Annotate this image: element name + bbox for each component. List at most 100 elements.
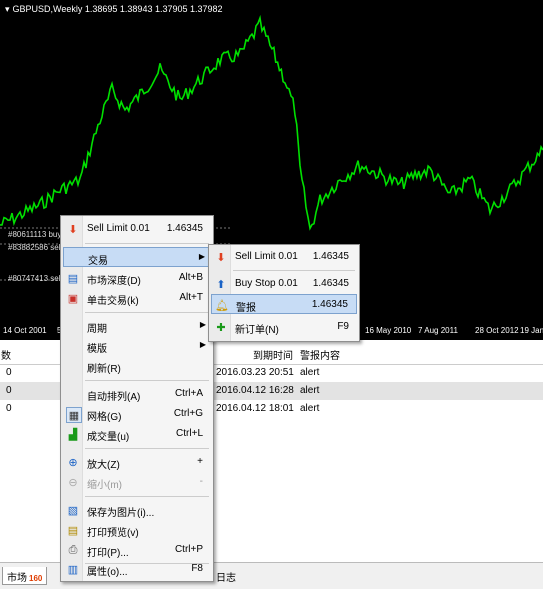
menu-item-price: 1.46345 bbox=[312, 251, 349, 262]
menu-item-shortcut: Alt+T bbox=[179, 292, 203, 303]
volumes-icon: ▟ bbox=[68, 428, 78, 441]
menu-item-label: 缩小(m) bbox=[87, 480, 122, 491]
chart-symbol-info: ▾ GBPUSD,Weekly 1.38695 1.38943 1.37905 1… bbox=[5, 4, 223, 15]
order-label: #80747413 sell bbox=[8, 274, 63, 283]
menu-item-print[interactable]: ⎙ 打印(P)... Ctrl+P bbox=[63, 540, 211, 560]
menu-item-label: 新订单(N) bbox=[235, 325, 279, 336]
one-click-trading-icon: ▣ bbox=[67, 292, 79, 305]
menu-item-label: 模版 bbox=[87, 344, 107, 355]
row-time: 2016.04.12 16:28 bbox=[216, 385, 294, 396]
submenu-item-sell-limit[interactable]: ⬇ Sell Limit 0.01 1.46345 bbox=[211, 247, 357, 267]
menu-item-shortcut: - bbox=[199, 476, 203, 487]
order-label: #83882586 sell bbox=[8, 243, 63, 252]
market-depth-icon: ▤ bbox=[67, 272, 79, 285]
menu-item-sell-limit[interactable]: ⬇ Sell Limit 0.01 1.46345 bbox=[63, 219, 211, 239]
menu-item-template[interactable]: 模版 ▶ bbox=[63, 336, 211, 356]
menu-item-shortcut: Ctrl+L bbox=[176, 428, 203, 439]
submenu-item-alert[interactable]: 🔔︎ 警报 1.46345 bbox=[211, 294, 357, 314]
menu-separator bbox=[233, 270, 355, 271]
menu-separator bbox=[85, 448, 209, 449]
print-preview-icon: ▤ bbox=[67, 524, 79, 537]
submenu-arrow-icon: ▶ bbox=[198, 252, 205, 261]
menu-item-label: Sell Limit 0.01 bbox=[87, 223, 150, 234]
menu-item-label: 自动排列(A) bbox=[87, 392, 141, 403]
new-order-icon: ✚ bbox=[216, 321, 226, 334]
menu-item-grid[interactable]: ▦ 网格(G) Ctrl+G bbox=[63, 404, 211, 424]
tab-journal[interactable]: 日志 bbox=[212, 567, 240, 585]
menu-item-properties[interactable]: ▥ 属性(o)... F8 bbox=[63, 559, 211, 579]
grid-icon: ▦ bbox=[66, 407, 82, 423]
chart-collapse-icon[interactable]: ▾ bbox=[5, 4, 10, 14]
printer-icon: ⎙ bbox=[68, 543, 78, 556]
menu-item-label: 刷新(R) bbox=[87, 364, 121, 375]
column-alert-content[interactable]: 警报内容 bbox=[300, 347, 340, 362]
menu-item-refresh[interactable]: 刷新(R) bbox=[63, 356, 211, 376]
tab-market[interactable]: 市场 160 bbox=[2, 567, 48, 585]
menu-item-save-image[interactable]: ▧ 保存为图片(i)... bbox=[63, 500, 211, 520]
buy-arrow-icon: ⬆ bbox=[216, 278, 226, 291]
menu-item-price: 1.46345 bbox=[312, 278, 349, 289]
menu-item-label: 保存为图片(i)... bbox=[87, 508, 155, 519]
menu-item-autoscroll[interactable]: 自动排列(A) Ctrl+A bbox=[63, 384, 211, 404]
date-label: 28 Oct 2012 bbox=[475, 326, 519, 335]
submenu-arrow-icon: ▶ bbox=[199, 320, 206, 329]
symbol-label: GBPUSD,Weekly 1.38695 1.38943 1.37905 1.… bbox=[12, 4, 223, 14]
menu-item-print-preview[interactable]: ▤ 打印预览(v) bbox=[63, 520, 211, 540]
row-content: alert bbox=[300, 403, 320, 414]
sell-arrow-icon: ⬇ bbox=[68, 223, 78, 236]
menu-item-shortcut: Ctrl+G bbox=[173, 408, 203, 419]
submenu-item-buy-stop[interactable]: ⬆ Buy Stop 0.01 1.46345 bbox=[211, 274, 357, 294]
trade-submenu: ⬇ Sell Limit 0.01 1.46345 ⬆ Buy Stop 0.0… bbox=[208, 244, 360, 342]
menu-item-zoom-out: ⊖ 缩小(m) - bbox=[63, 472, 211, 492]
date-label: 19 Jan bbox=[520, 326, 543, 335]
date-label: 7 Aug 2011 bbox=[418, 326, 458, 335]
menu-item-shortcut: Ctrl+P bbox=[174, 544, 203, 555]
menu-item-label: 交易 bbox=[88, 256, 108, 267]
menu-item-label: 市场深度(D) bbox=[87, 276, 141, 287]
row-content: alert bbox=[300, 367, 320, 378]
menu-separator bbox=[85, 312, 209, 313]
menu-item-shortcut: Alt+B bbox=[178, 272, 203, 283]
menu-item-label: 打印(P)... bbox=[87, 548, 129, 559]
tab-market-label: 市场 bbox=[7, 573, 27, 584]
menu-item-label: 成交量(u) bbox=[87, 432, 130, 443]
menu-item-label: 属性(o)... bbox=[87, 567, 128, 578]
order-label: #80611113 buy bbox=[8, 230, 62, 239]
tab-journal-label: 日志 bbox=[216, 573, 236, 584]
row-count: 0 bbox=[6, 385, 12, 396]
submenu-item-new-order[interactable]: ✚ 新订单(N) F9 bbox=[211, 317, 357, 337]
row-time: 2016.04.12 18:01 bbox=[216, 403, 294, 414]
menu-item-label: 单击交易(k) bbox=[87, 296, 139, 307]
menu-item-shortcut: Ctrl+A bbox=[174, 388, 203, 399]
menu-item-label: 打印预览(v) bbox=[87, 528, 139, 539]
menu-item-one-click[interactable]: ▣ 单击交易(k) Alt+T bbox=[63, 288, 211, 308]
sell-arrow-icon: ⬇ bbox=[216, 251, 226, 264]
save-image-icon: ▧ bbox=[67, 504, 79, 517]
submenu-arrow-icon: ▶ bbox=[199, 340, 206, 349]
menu-item-shortcut: F8 bbox=[191, 563, 203, 574]
menu-item-label: 网格(G) bbox=[87, 412, 122, 423]
row-time: 2016.03.23 20:51 bbox=[216, 367, 294, 378]
menu-item-label: 警报 bbox=[236, 303, 256, 314]
row-count: 0 bbox=[6, 367, 12, 378]
menu-separator bbox=[85, 380, 209, 381]
column-due-time[interactable]: 到期时间 bbox=[253, 347, 293, 362]
row-count: 0 bbox=[6, 403, 12, 414]
menu-item-zoom-in[interactable]: ⊕ 放大(Z) + bbox=[63, 452, 211, 472]
menu-item-trade[interactable]: 交易 ▶ bbox=[63, 247, 211, 267]
tab-market-badge: 160 bbox=[29, 574, 43, 583]
menu-item-shortcut: F9 bbox=[337, 321, 349, 332]
price-series-line bbox=[0, 14, 543, 231]
menu-item-market-depth[interactable]: ▤ 市场深度(D) Alt+B bbox=[63, 268, 211, 288]
menu-item-volumes[interactable]: ▟ 成交量(u) Ctrl+L bbox=[63, 424, 211, 444]
chart-context-menu: ⬇ Sell Limit 0.01 1.46345 交易 ▶ ▤ 市场深度(D)… bbox=[60, 215, 214, 582]
menu-item-price: 1.46345 bbox=[311, 299, 348, 310]
menu-separator bbox=[85, 243, 209, 244]
menu-item-period[interactable]: 周期 ▶ bbox=[63, 316, 211, 336]
row-content: alert bbox=[300, 385, 320, 396]
alarm-bell-icon: 🔔︎ bbox=[215, 299, 229, 312]
column-count[interactable]: 数 bbox=[1, 347, 11, 362]
menu-item-label: Sell Limit 0.01 bbox=[235, 251, 298, 262]
zoom-out-icon: ⊖ bbox=[68, 476, 78, 489]
zoom-in-icon: ⊕ bbox=[68, 456, 78, 469]
